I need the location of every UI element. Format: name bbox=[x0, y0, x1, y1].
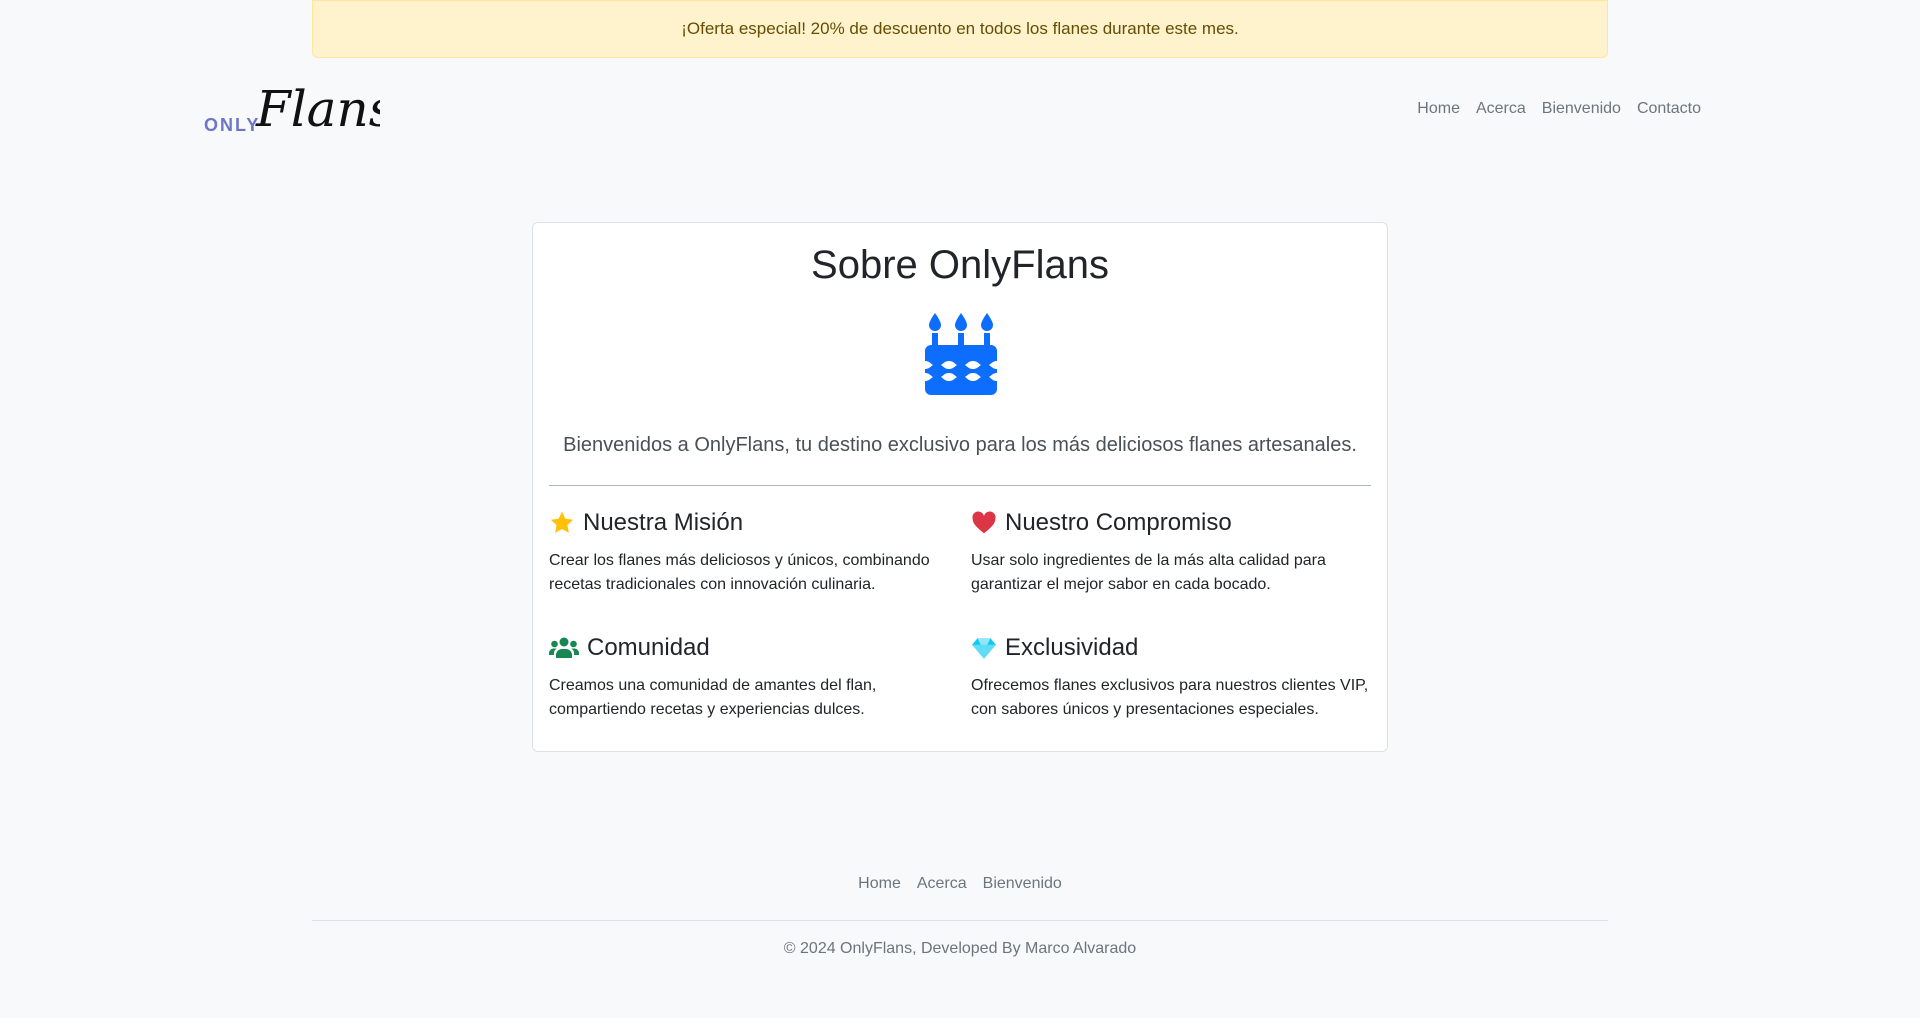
star-icon bbox=[550, 511, 574, 533]
feature-community: Comunidad Creamos una comunidad de amant… bbox=[549, 634, 949, 722]
feature-exclusivity-heading: Exclusividad bbox=[971, 634, 1371, 662]
footer-link-bienvenido[interactable]: Bienvenido bbox=[975, 875, 1070, 893]
nav-home[interactable]: Home bbox=[1409, 100, 1468, 118]
copyright-text: © 2024 OnlyFlans, Developed By Marco Alv… bbox=[783, 940, 1137, 957]
feature-mission-text: Crear los flanes más deliciosos y únicos… bbox=[549, 552, 930, 593]
cake-icon bbox=[925, 313, 997, 395]
feature-exclusivity-text: Ofrecemos flanes exclusivos para nuestro… bbox=[971, 677, 1369, 718]
feature-mission-title: Nuestra Misión bbox=[583, 509, 744, 536]
footer-link-acerca[interactable]: Acerca bbox=[909, 875, 975, 893]
feature-commitment: Nuestro Compromiso Usar solo ingrediente… bbox=[971, 509, 1371, 597]
about-card: Sobre OnlyFlans Bienvenidos a OnlyFlans,… bbox=[532, 222, 1388, 752]
feature-community-text: Creamos una comunidad de amantes del fla… bbox=[549, 677, 877, 718]
people-icon bbox=[549, 637, 579, 658]
feature-commitment-title: Nuestro Compromiso bbox=[1005, 509, 1232, 536]
footer-nav: Home Acerca Bienvenido bbox=[0, 875, 1920, 893]
feature-exclusivity-title: Exclusividad bbox=[1005, 634, 1139, 661]
gem-icon bbox=[972, 638, 996, 659]
nav-links: Home Acerca Bienvenido Contacto bbox=[1409, 100, 1709, 118]
feature-exclusivity: Exclusividad Ofrecemos flanes exclusivos… bbox=[971, 634, 1371, 722]
nav-acerca[interactable]: Acerca bbox=[1468, 100, 1534, 118]
heart-icon bbox=[972, 511, 996, 534]
feature-mission-heading: Nuestra Misión bbox=[549, 509, 949, 537]
welcome-text: Bienvenidos a OnlyFlans, tu destino excl… bbox=[563, 434, 1357, 456]
feature-community-heading: Comunidad bbox=[549, 634, 949, 662]
feature-community-title: Comunidad bbox=[587, 634, 710, 661]
brand-logo[interactable]: ONLY Flans bbox=[204, 84, 380, 134]
nav-bienvenido[interactable]: Bienvenido bbox=[1534, 100, 1629, 118]
nav-contacto[interactable]: Contacto bbox=[1629, 100, 1709, 118]
promo-alert: ¡Oferta especial! 20% de descuento en to… bbox=[312, 0, 1608, 58]
brand-prefix: ONLY bbox=[204, 115, 260, 134]
footer-divider bbox=[312, 920, 1608, 921]
promo-text: ¡Oferta especial! 20% de descuento en to… bbox=[681, 19, 1239, 38]
feature-commitment-heading: Nuestro Compromiso bbox=[971, 509, 1371, 537]
brand-name: Flans bbox=[255, 84, 380, 134]
navbar: ONLY Flans Home Acerca Bienvenido Contac… bbox=[0, 58, 1920, 168]
feature-mission: Nuestra Misión Crear los flanes más deli… bbox=[549, 509, 949, 597]
divider bbox=[549, 485, 1371, 486]
footer-link-home[interactable]: Home bbox=[850, 875, 909, 893]
page-title: Sobre OnlyFlans bbox=[811, 243, 1109, 287]
feature-commitment-text: Usar solo ingredientes de la más alta ca… bbox=[971, 552, 1326, 593]
